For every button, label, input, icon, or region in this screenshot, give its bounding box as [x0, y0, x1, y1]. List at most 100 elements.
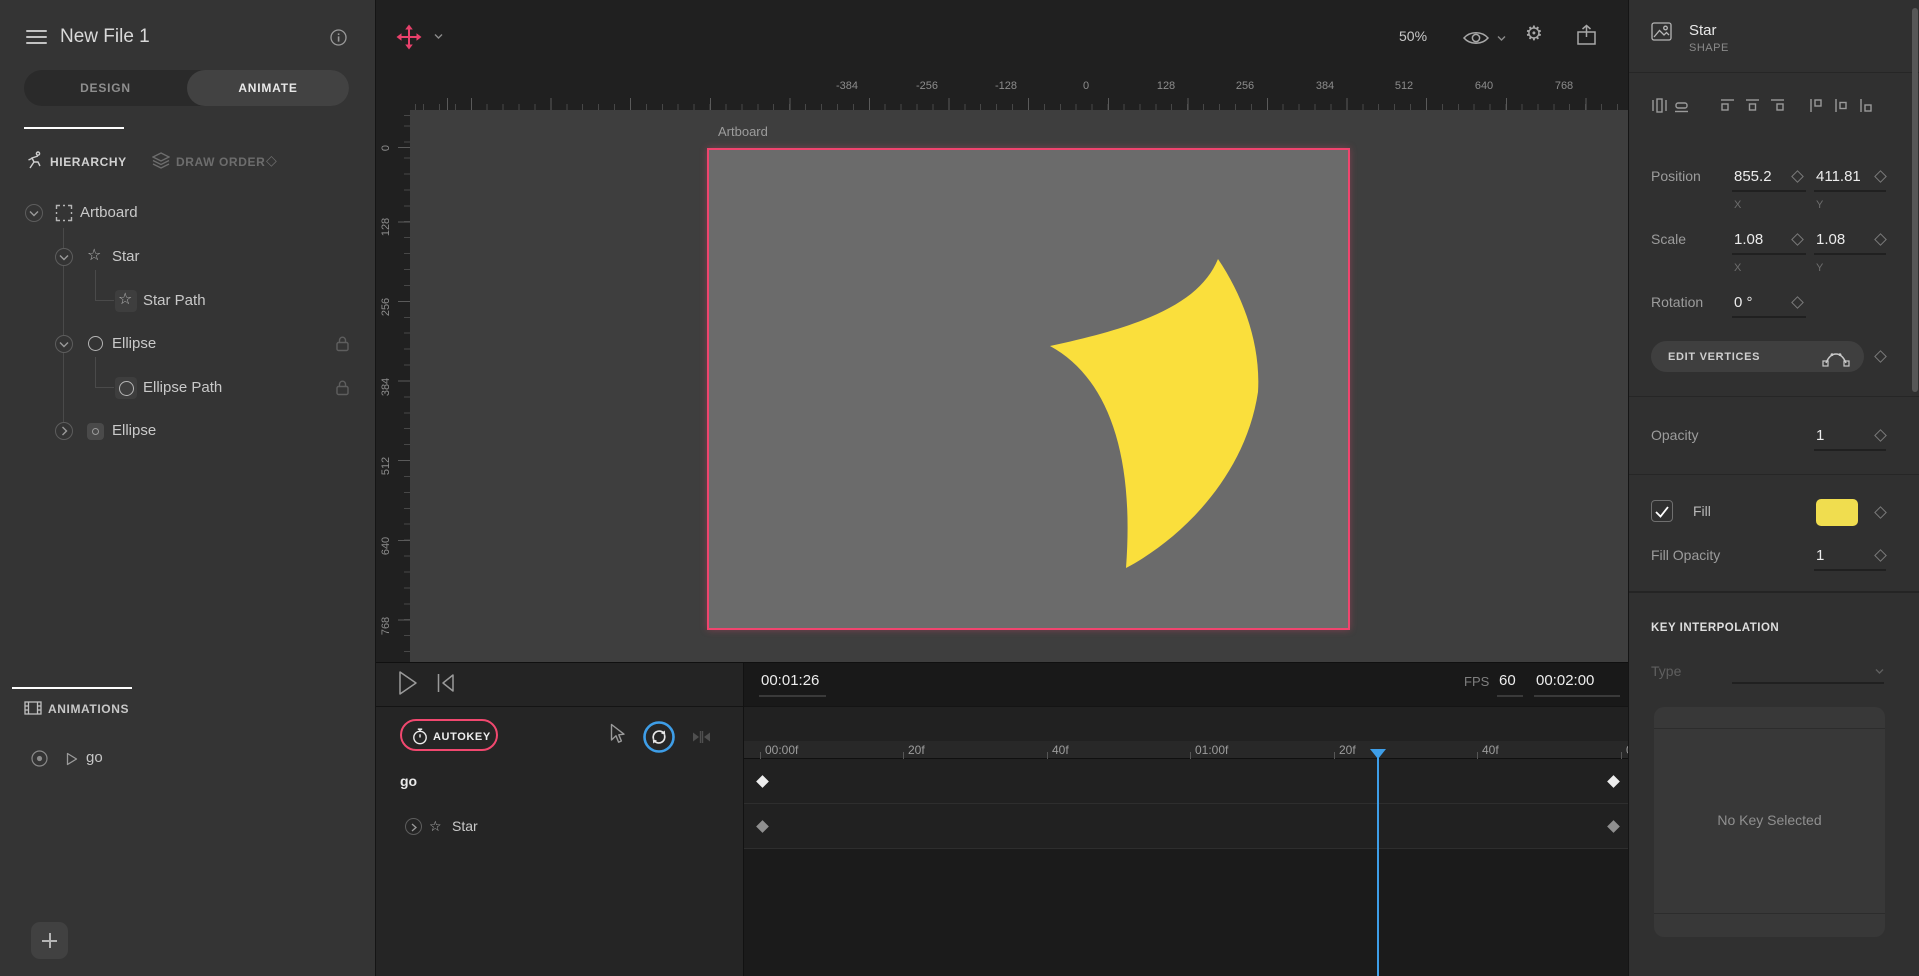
tree-row-artboard[interactable]: Artboard: [0, 195, 376, 231]
mode-tabs: DESIGN ANIMATE: [24, 70, 349, 106]
duration-field[interactable]: 00:02:00: [1536, 672, 1594, 689]
position-x-field[interactable]: 855.2: [1734, 168, 1772, 185]
file-title: New File 1: [60, 26, 150, 48]
position-y-key-diamond-icon[interactable]: [1874, 170, 1887, 183]
star-shape[interactable]: [709, 150, 1348, 628]
tree-row-ellipse[interactable]: Ellipse: [0, 326, 376, 362]
fill-color-swatch[interactable]: [1816, 499, 1858, 526]
tree-row-star-path[interactable]: ☆ Star Path: [0, 283, 376, 319]
ruler-v-label: 256: [380, 298, 392, 316]
fps-field[interactable]: 60: [1499, 672, 1516, 689]
animation-item-go[interactable]: go: [0, 744, 376, 776]
track-row-go[interactable]: [744, 759, 1628, 804]
tab-draw-order[interactable]: DRAW ORDER: [176, 155, 265, 169]
chevron-right-icon[interactable]: [55, 422, 73, 440]
move-tool-icon[interactable]: [396, 24, 422, 50]
vertices-key-diamond-icon[interactable]: [1874, 350, 1887, 363]
artboard[interactable]: [707, 148, 1350, 630]
align-left-top-icon[interactable]: [1808, 97, 1825, 114]
align-vertical-center-icon[interactable]: [1673, 97, 1690, 114]
timeline-row-star-label[interactable]: ☆ Star: [376, 804, 743, 849]
align-top-right-icon[interactable]: [1769, 97, 1786, 114]
loop-mode-icon[interactable]: [643, 721, 675, 753]
pingpong-mode-icon[interactable]: [693, 730, 710, 744]
current-time-field[interactable]: 00:01:26: [761, 672, 819, 689]
ruler-tick-label: 20f: [1339, 743, 1356, 757]
keyframe-diamond[interactable]: [1607, 775, 1620, 788]
opacity-field[interactable]: 1: [1816, 427, 1824, 444]
rotation-key-diamond-icon[interactable]: [1791, 296, 1804, 309]
opacity-key-diamond-icon[interactable]: [1874, 429, 1887, 442]
position-x-key-diamond-icon[interactable]: [1791, 170, 1804, 183]
keyframe-diamond[interactable]: [756, 775, 769, 788]
fill-label: Fill: [1693, 503, 1711, 519]
align-left-bottom-icon[interactable]: [1858, 97, 1875, 114]
timeline-row-label[interactable]: go: [400, 773, 417, 789]
ruler-tick-label: 00:00f: [765, 743, 798, 757]
tree-item-label: Ellipse: [112, 335, 156, 352]
fill-checkbox[interactable]: [1651, 500, 1673, 522]
canvas-toolbar: 50% ⚙ -384 -256 -128 0 128 256 384 512 6…: [376, 0, 1628, 110]
scale-y-field[interactable]: 1.08: [1816, 231, 1845, 248]
chevron-down-icon[interactable]: [55, 335, 73, 353]
scale-x-field[interactable]: 1.08: [1734, 231, 1763, 248]
keyframe-diamond[interactable]: [1607, 820, 1620, 833]
scale-x-key-diamond-icon[interactable]: [1791, 233, 1804, 246]
artboard-label[interactable]: Artboard: [718, 124, 768, 139]
ellipse-path-icon: [115, 377, 137, 399]
fill-key-diamond-icon[interactable]: [1874, 506, 1887, 519]
ruler-h-label: 768: [1555, 80, 1573, 92]
autokey-toggle[interactable]: AUTOKEY: [400, 719, 498, 751]
info-icon[interactable]: [330, 29, 347, 46]
play-outline-icon[interactable]: [66, 752, 78, 766]
add-animation-button[interactable]: [31, 922, 68, 959]
scale-y-key-diamond-icon[interactable]: [1874, 233, 1887, 246]
chevron-down-icon[interactable]: [25, 204, 43, 222]
ruler-h-label: 256: [1236, 80, 1254, 92]
share-export-icon[interactable]: [1576, 24, 1597, 46]
cursor-tool-icon[interactable]: [610, 723, 627, 747]
tab-design[interactable]: DESIGN: [24, 81, 187, 95]
inspector-scrollbar[interactable]: [1912, 8, 1918, 392]
ruler-h-label: 384: [1316, 80, 1334, 92]
keyframe-diamond[interactable]: [756, 820, 769, 833]
align-horizontal-center-icon[interactable]: [1651, 97, 1668, 114]
lock-icon[interactable]: [335, 379, 350, 396]
draw-order-key-diamond-icon[interactable]: ◇: [266, 152, 277, 169]
edit-vertices-button[interactable]: EDIT VERTICES: [1651, 341, 1864, 372]
ruler-tick-label: 40f: [1052, 743, 1069, 757]
hamburger-menu-icon[interactable]: [26, 30, 47, 44]
rotation-field[interactable]: 0 °: [1734, 294, 1753, 311]
fill-opacity-field[interactable]: 1: [1816, 547, 1824, 564]
align-top-left-icon[interactable]: [1719, 97, 1736, 114]
fill-opacity-key-diamond-icon[interactable]: [1874, 549, 1887, 562]
timeline-transport: [376, 663, 743, 707]
track-row-star[interactable]: [744, 804, 1628, 849]
visibility-eye-icon[interactable]: [1462, 29, 1490, 47]
settings-gear-icon[interactable]: ⚙: [1525, 24, 1543, 44]
align-left-middle-icon[interactable]: [1833, 97, 1850, 114]
play-button[interactable]: [398, 670, 418, 696]
tool-dropdown-chevron-icon[interactable]: [434, 33, 443, 40]
chevron-down-icon[interactable]: [55, 248, 73, 266]
zoom-level[interactable]: 50%: [1399, 28, 1427, 44]
lock-icon[interactable]: [335, 335, 350, 352]
tab-animate[interactable]: ANIMATE: [187, 81, 349, 95]
tree-item-label: Star: [112, 248, 140, 265]
chevron-right-icon[interactable]: [405, 818, 422, 835]
ruler-v-label: 640: [380, 537, 392, 555]
align-top-center-icon[interactable]: [1744, 97, 1761, 114]
eye-dropdown-chevron-icon[interactable]: [1497, 35, 1506, 42]
skip-to-start-button[interactable]: [436, 673, 455, 693]
interpolation-type-label: Type: [1651, 663, 1681, 679]
tree-row-star[interactable]: ☆ Star: [0, 239, 376, 275]
type-dropdown-chevron-icon[interactable]: [1875, 668, 1884, 675]
tab-hierarchy[interactable]: HIERARCHY: [50, 155, 127, 169]
radio-icon[interactable]: [31, 750, 48, 767]
position-y-field[interactable]: 411.81: [1816, 168, 1861, 185]
ruler-v-label: 512: [380, 457, 392, 475]
tree-row-ellipse-path[interactable]: Ellipse Path: [0, 370, 376, 406]
tree-row-ellipse-2[interactable]: Ellipse: [0, 413, 376, 449]
timeline-ruler[interactable]: 00:00f 20f 40f 01:00f 20f 40f 02:00f: [744, 741, 1628, 759]
playhead-line[interactable]: [1377, 758, 1379, 976]
